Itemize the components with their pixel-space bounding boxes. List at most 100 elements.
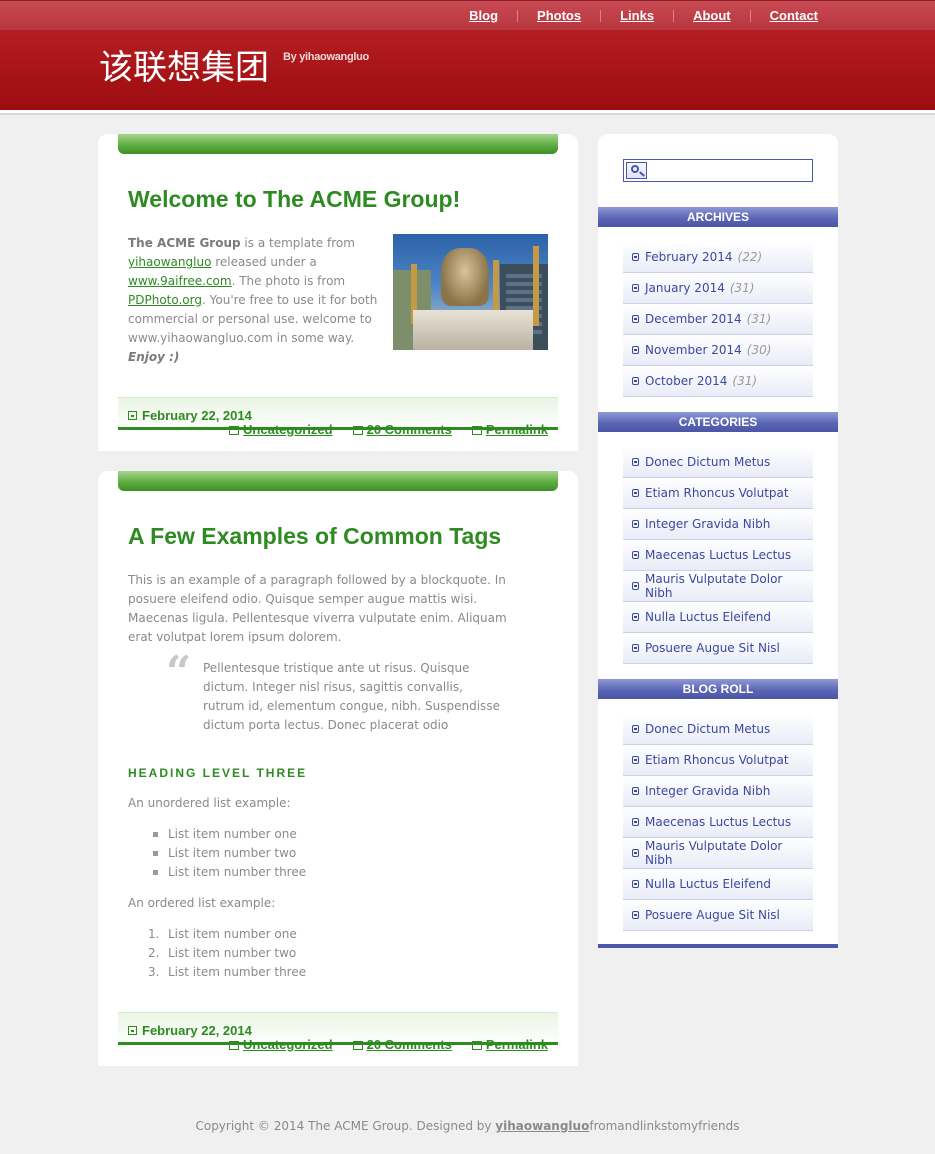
page-footer: Copyright © 2014 The ACME Group. Designe… bbox=[0, 1119, 935, 1133]
blogroll-item[interactable]: Maecenas Luctus Lectus bbox=[623, 807, 813, 838]
nav-blog-link[interactable]: Blog bbox=[469, 8, 498, 23]
doc-icon bbox=[632, 644, 639, 652]
list-item: 2. List item number two bbox=[148, 946, 297, 960]
archive-item[interactable]: October 2014 (31) bbox=[623, 366, 813, 397]
archive-item[interactable]: February 2014 (22) bbox=[623, 242, 813, 273]
post-title[interactable]: Welcome to The ACME Group! bbox=[128, 186, 460, 213]
calendar-icon bbox=[128, 1026, 137, 1035]
archives-title: ARCHIVES bbox=[598, 207, 838, 227]
permalink-link[interactable]: Permalink bbox=[471, 1037, 548, 1052]
post-common-tags: A Few Examples of Common Tags This is an… bbox=[98, 471, 578, 1066]
nav-divider bbox=[517, 9, 519, 22]
sidebar: ARCHIVES February 2014 (22) January 2014(… bbox=[598, 134, 838, 944]
post-header-tab bbox=[118, 471, 558, 491]
header-divider-shadow bbox=[0, 113, 935, 115]
category-item[interactable]: Maecenas Luctus Lectus bbox=[623, 540, 813, 571]
doc-icon bbox=[632, 458, 639, 466]
post-text-part: is a template from bbox=[240, 236, 355, 250]
archives-list: February 2014 (22) January 2014 (31) Decem… bbox=[623, 242, 813, 397]
category-item[interactable]: Posuere Augue Sit Nisl bbox=[623, 633, 813, 664]
footer-author-link[interactable]: yihaowangluo bbox=[495, 1119, 589, 1133]
doc-icon bbox=[632, 725, 639, 733]
post-date: February 22, 2014 bbox=[128, 408, 252, 423]
doc-icon bbox=[632, 551, 639, 559]
blogroll-title: BLOG ROLL bbox=[598, 679, 838, 699]
doc-icon bbox=[632, 787, 639, 795]
comments-link[interactable]: 20 Comments bbox=[352, 1037, 452, 1052]
post-date: February 22, 2014 bbox=[128, 1023, 252, 1038]
archive-item[interactable]: November 2014 (30) bbox=[623, 335, 813, 366]
post-meta-links: Uncategorized 20 Comments Permalink bbox=[229, 1037, 548, 1052]
doc-icon bbox=[632, 520, 639, 528]
post-intro-bold: The ACME Group bbox=[128, 236, 241, 250]
archive-item[interactable]: January 2014 (31) bbox=[623, 273, 813, 304]
post-meta-links: Uncategorized 20 Comments Permalink bbox=[229, 422, 548, 437]
post-text-part: . The photo is from bbox=[231, 274, 346, 288]
list-item: 3. List item number three bbox=[148, 965, 307, 979]
nav-about-link[interactable]: About bbox=[693, 8, 731, 23]
archive-item[interactable]: December 2014 (31) bbox=[623, 304, 813, 335]
categories-list: Donec Dictum Metus Etiam Rhoncus Volutpa… bbox=[623, 447, 813, 664]
doc-icon bbox=[632, 849, 639, 857]
photo-source-link[interactable]: PDPhoto.org bbox=[128, 293, 202, 307]
list-item: List item number three bbox=[148, 863, 306, 882]
category-item[interactable]: Nulla Luctus Eleifend bbox=[623, 602, 813, 633]
list-item: List item number one bbox=[148, 825, 306, 844]
post-meta-bar: February 22, 2014 Uncategorized 20 Comme… bbox=[118, 397, 558, 437]
quote-icon: “ bbox=[166, 647, 192, 698]
post-meta-bar: February 22, 2014 Uncategorized 20 Comme… bbox=[118, 1012, 558, 1052]
category-item[interactable]: Integer Gravida Nibh bbox=[623, 509, 813, 540]
post-header-tab bbox=[118, 134, 558, 154]
heading-level-three: HEADING LEVEL THREE bbox=[128, 766, 308, 780]
category-item[interactable]: Donec Dictum Metus bbox=[623, 447, 813, 478]
nav-photos-link[interactable]: Photos bbox=[537, 8, 581, 23]
footer-text: Copyright © 2014 The ACME Group. Designe… bbox=[195, 1119, 496, 1133]
author-link[interactable]: yihaowangluo bbox=[128, 255, 211, 269]
nav-divider bbox=[600, 9, 602, 22]
doc-icon bbox=[632, 284, 639, 292]
doc-icon bbox=[632, 911, 639, 919]
nav-divider bbox=[749, 9, 751, 22]
nav-links-link[interactable]: Links bbox=[620, 8, 654, 23]
search-input[interactable] bbox=[623, 159, 813, 182]
ul-intro: An unordered list example: bbox=[128, 796, 291, 810]
blogroll-item[interactable]: Mauris Vulputate Dolor Nibh bbox=[623, 838, 813, 869]
ordered-list: 1. List item number one 2. List item numbe… bbox=[148, 925, 306, 982]
blogroll-item[interactable]: Etiam Rhoncus Volutpat bbox=[623, 745, 813, 776]
link-icon bbox=[471, 1041, 482, 1050]
comment-icon bbox=[352, 426, 363, 435]
category-link[interactable]: Uncategorized bbox=[229, 422, 333, 437]
doc-icon bbox=[632, 253, 639, 261]
blogroll-item[interactable]: Posuere Augue Sit Nisl bbox=[623, 900, 813, 931]
doc-icon bbox=[632, 377, 639, 385]
search-icon[interactable] bbox=[626, 162, 647, 179]
doc-icon bbox=[632, 613, 639, 621]
post-date-text: February 22, 2014 bbox=[142, 1023, 252, 1038]
doc-icon bbox=[632, 880, 639, 888]
category-item[interactable]: Mauris Vulputate Dolor Nibh bbox=[623, 571, 813, 602]
nav-contact-link[interactable]: Contact bbox=[770, 8, 818, 23]
link-icon bbox=[471, 426, 482, 435]
post-intro-text: The ACME Group is a template from yihaow… bbox=[128, 234, 383, 367]
list-item: 1. List item number one bbox=[148, 927, 297, 941]
post-enjoy-text: Enjoy :) bbox=[128, 350, 180, 364]
unordered-list: List item number one List item number tw… bbox=[148, 825, 306, 882]
blogroll-item[interactable]: Integer Gravida Nibh bbox=[623, 776, 813, 807]
post-paragraph: This is an example of a paragraph follow… bbox=[128, 573, 507, 644]
ol-intro: An ordered list example: bbox=[128, 896, 276, 910]
site-byline: By yihaowangluo bbox=[283, 51, 369, 63]
nav-divider bbox=[673, 9, 675, 22]
sidebar-bottom-border bbox=[598, 944, 838, 948]
category-item[interactable]: Etiam Rhoncus Volutpat bbox=[623, 478, 813, 509]
blogroll-item[interactable]: Nulla Luctus Eleifend bbox=[623, 869, 813, 900]
post-title[interactable]: A Few Examples of Common Tags bbox=[128, 523, 501, 550]
blogroll-item[interactable]: Donec Dictum Metus bbox=[623, 714, 813, 745]
license-link[interactable]: www.9aifree.com bbox=[128, 274, 232, 288]
category-link[interactable]: Uncategorized bbox=[229, 1037, 333, 1052]
doc-icon bbox=[632, 582, 639, 590]
site-title[interactable]: 该联想集团 bbox=[99, 48, 269, 88]
permalink-link[interactable]: Permalink bbox=[471, 422, 548, 437]
comments-link[interactable]: 20 Comments bbox=[352, 422, 452, 437]
doc-icon bbox=[632, 315, 639, 323]
folder-icon bbox=[229, 426, 240, 435]
